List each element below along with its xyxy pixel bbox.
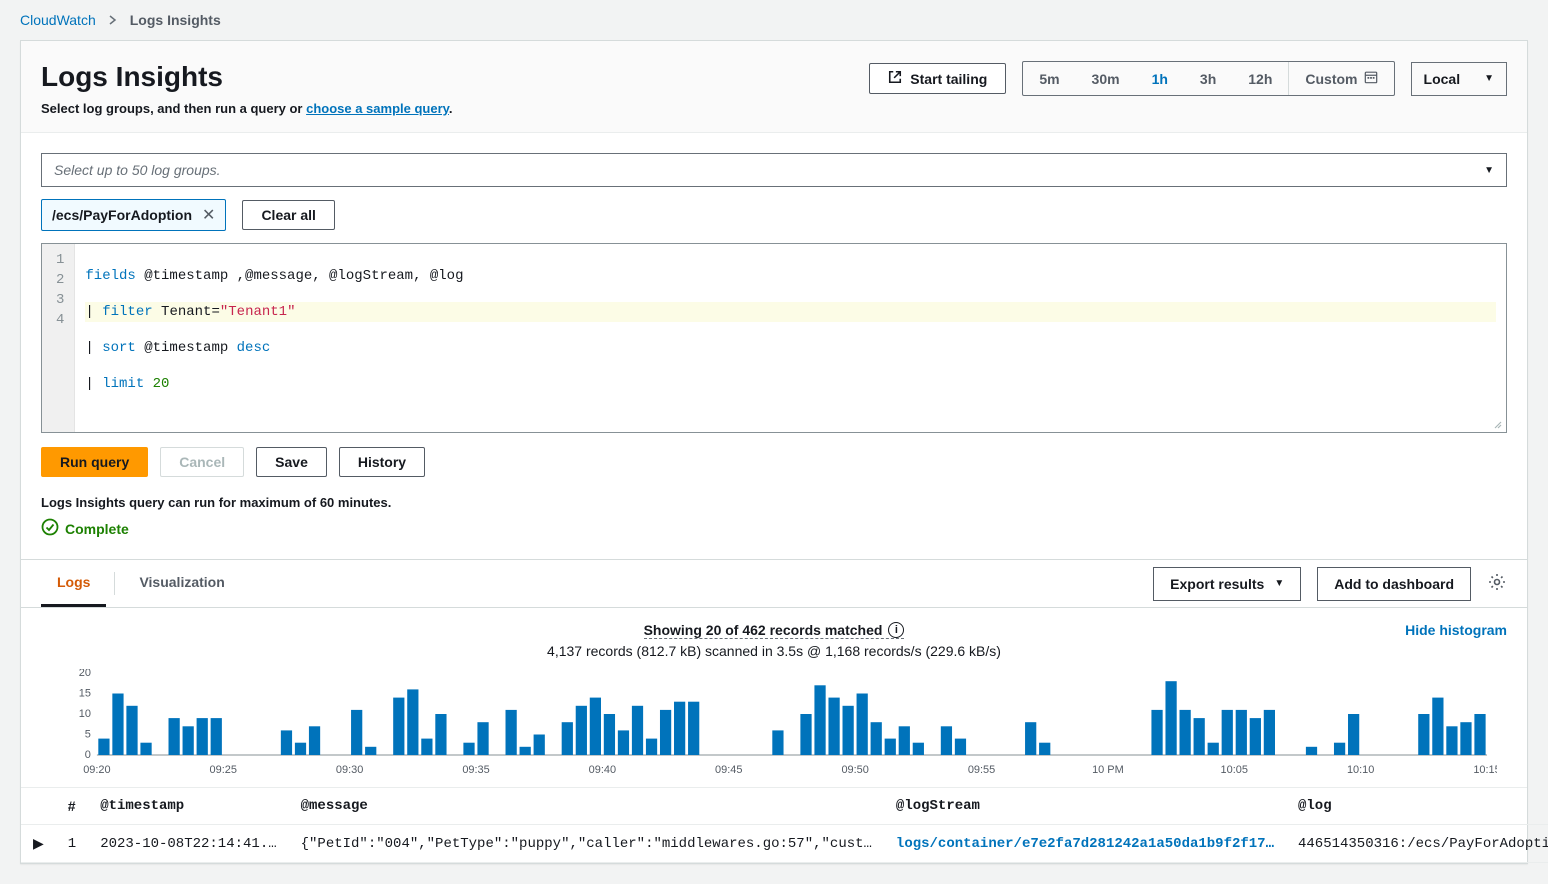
time-option-1h[interactable]: 1h bbox=[1136, 62, 1184, 95]
clear-all-button[interactable]: Clear all bbox=[242, 200, 334, 230]
log-group-select[interactable]: Select up to 50 log groups. ▼ bbox=[41, 153, 1507, 187]
check-circle-icon bbox=[41, 518, 59, 539]
panel-header: Logs Insights Select log groups, and the… bbox=[21, 41, 1527, 133]
add-to-dashboard-button[interactable]: Add to dashboard bbox=[1317, 567, 1471, 601]
remove-token-icon[interactable]: ✕ bbox=[202, 205, 215, 225]
export-results-button[interactable]: Export results ▼ bbox=[1153, 567, 1301, 601]
time-option-30m[interactable]: 30m bbox=[1076, 62, 1136, 95]
row-log: 446514350316:/ecs/PayForAdoption bbox=[1286, 825, 1548, 863]
expand-row-icon[interactable]: ▶ bbox=[21, 825, 56, 863]
svg-text:09:25: 09:25 bbox=[210, 764, 237, 776]
svg-text:10:10: 10:10 bbox=[1347, 764, 1374, 776]
cancel-button: Cancel bbox=[160, 447, 244, 477]
svg-text:20: 20 bbox=[79, 669, 91, 679]
row-index: 1 bbox=[56, 825, 88, 863]
caret-down-icon: ▼ bbox=[1274, 578, 1284, 589]
page-title: Logs Insights bbox=[41, 61, 453, 93]
chevron-right-icon bbox=[108, 12, 118, 28]
main-panel: Logs Insights Select log groups, and the… bbox=[20, 40, 1528, 864]
breadcrumb: CloudWatch Logs Insights bbox=[0, 0, 1548, 40]
time-option-3h[interactable]: 3h bbox=[1184, 62, 1232, 95]
breadcrumb-current: Logs Insights bbox=[130, 12, 221, 28]
timezone-select[interactable]: Local ▼ bbox=[1411, 62, 1507, 96]
svg-text:09:40: 09:40 bbox=[589, 764, 616, 776]
page-subtitle: Select log groups, and then run a query … bbox=[41, 101, 453, 116]
svg-text:10:15: 10:15 bbox=[1473, 764, 1497, 776]
resize-handle-icon[interactable] bbox=[1492, 418, 1504, 430]
start-tailing-button[interactable]: Start tailing bbox=[869, 63, 1006, 94]
row-message: {"PetId":"004","PetType":"puppy","caller… bbox=[289, 825, 884, 863]
breadcrumb-parent[interactable]: CloudWatch bbox=[20, 12, 96, 28]
time-option-5m[interactable]: 5m bbox=[1023, 62, 1075, 95]
log-group-token: /ecs/PayForAdoption ✕ bbox=[41, 199, 226, 231]
query-editor[interactable]: 1234 fields @timestamp ,@message, @logSt… bbox=[41, 243, 1507, 433]
line-gutter: 1234 bbox=[42, 244, 75, 432]
col-log[interactable]: @log bbox=[1286, 788, 1548, 825]
status-badge: Complete bbox=[41, 518, 129, 539]
row-logstream-link[interactable]: logs/container/e7e2fa7d281242a1a50da1b9f… bbox=[884, 825, 1286, 863]
time-option-12h[interactable]: 12h bbox=[1232, 62, 1288, 95]
records-matched-label: Showing 20 of 462 records matched bbox=[644, 622, 883, 638]
scan-stats-label: 4,137 records (812.7 kB) scanned in 3.5s… bbox=[41, 643, 1507, 659]
col-logstream[interactable]: @logStream bbox=[884, 788, 1286, 825]
svg-text:09:20: 09:20 bbox=[83, 764, 110, 776]
table-row[interactable]: ▶ 1 2023-10-08T22:14:41.… {"PetId":"004"… bbox=[21, 825, 1548, 863]
svg-text:5: 5 bbox=[85, 728, 91, 740]
svg-text:10:05: 10:05 bbox=[1221, 764, 1248, 776]
result-tabs: Logs Visualization bbox=[41, 560, 241, 607]
svg-text:0: 0 bbox=[85, 749, 91, 761]
caret-down-icon: ▼ bbox=[1484, 165, 1494, 176]
svg-text:09:35: 09:35 bbox=[462, 764, 489, 776]
col-message[interactable]: @message bbox=[289, 788, 884, 825]
col-index[interactable]: # bbox=[56, 788, 88, 825]
histogram-chart[interactable]: 0 5 10 15 20 09:20 09:25 09:30 09:35 09:40 09:45 09… bbox=[21, 663, 1527, 787]
sample-query-link[interactable]: choose a sample query bbox=[306, 101, 449, 116]
query-code[interactable]: fields @timestamp ,@message, @logStream,… bbox=[75, 244, 1506, 432]
gear-icon[interactable] bbox=[1487, 572, 1507, 595]
svg-text:10: 10 bbox=[79, 708, 91, 720]
col-timestamp[interactable]: @timestamp bbox=[88, 788, 288, 825]
tab-logs[interactable]: Logs bbox=[41, 560, 106, 607]
save-button[interactable]: Save bbox=[256, 447, 327, 477]
calendar-icon bbox=[1364, 70, 1378, 87]
time-option-custom[interactable]: Custom bbox=[1289, 62, 1393, 95]
svg-text:09:45: 09:45 bbox=[715, 764, 742, 776]
log-group-token-label: /ecs/PayForAdoption bbox=[52, 207, 192, 223]
history-button[interactable]: History bbox=[339, 447, 425, 477]
row-timestamp: 2023-10-08T22:14:41.… bbox=[88, 825, 288, 863]
svg-text:15: 15 bbox=[79, 687, 91, 699]
svg-text:09:30: 09:30 bbox=[336, 764, 363, 776]
tab-visualization[interactable]: Visualization bbox=[123, 560, 240, 607]
hide-histogram-link[interactable]: Hide histogram bbox=[1405, 622, 1507, 638]
results-table: # @timestamp @message @logStream @log ▶ … bbox=[21, 787, 1527, 863]
external-link-icon bbox=[888, 70, 902, 87]
info-icon[interactable]: i bbox=[888, 622, 904, 638]
time-range-picker: 5m 30m 1h 3h 12h Custom bbox=[1022, 61, 1394, 96]
run-query-button[interactable]: Run query bbox=[41, 447, 148, 477]
caret-down-icon: ▼ bbox=[1484, 73, 1494, 84]
query-duration-note: Logs Insights query can run for maximum … bbox=[41, 495, 1507, 510]
results-meta: Showing 20 of 462 records matched i 4,13… bbox=[21, 608, 1527, 663]
svg-text:09:50: 09:50 bbox=[841, 764, 868, 776]
svg-text:10 PM: 10 PM bbox=[1092, 764, 1124, 776]
svg-text:09:55: 09:55 bbox=[968, 764, 995, 776]
